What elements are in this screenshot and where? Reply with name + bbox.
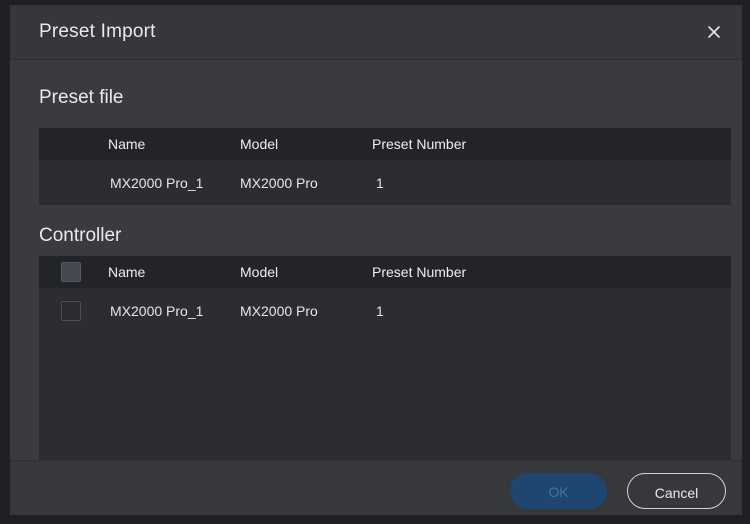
table-row[interactable]: MX2000 Pro_1 MX2000 Pro 1 [39,160,731,205]
column-header-name: Name [108,136,146,152]
row-checkbox[interactable] [61,301,81,321]
ok-button[interactable]: OK [510,473,607,509]
row-name: MX2000 Pro_1 [110,303,204,319]
select-all-checkbox[interactable] [61,262,81,282]
column-header-preset-number: Preset Number [372,136,467,152]
preset-file-table: Name Model Preset Number MX2000 Pro_1 MX… [39,128,731,205]
row-model: MX2000 Pro [240,303,318,319]
column-header-preset-number: Preset Number [372,264,467,280]
preset-import-dialog: Preset Import Preset file Name Model Pre… [10,5,742,515]
dialog-footer: OK Cancel [10,460,742,515]
row-preset-number: 1 [376,303,384,319]
row-name: MX2000 Pro_1 [110,175,204,191]
close-button[interactable] [702,20,726,44]
column-header-name: Name [108,264,146,280]
column-header-model: Model [240,264,279,280]
controller-table: Name Model Preset Number MX2000 Pro_1 MX… [39,256,731,460]
controller-table-header: Name Model Preset Number [39,256,731,288]
preset-file-table-header: Name Model Preset Number [39,128,731,160]
dialog-title: Preset Import [39,21,156,42]
controller-label: Controller [39,225,122,246]
cancel-button[interactable]: Cancel [627,473,726,509]
column-header-model: Model [240,136,279,152]
row-model: MX2000 Pro [240,175,318,191]
preset-file-label: Preset file [39,87,124,108]
dialog-titlebar: Preset Import [10,5,742,60]
table-row[interactable]: MX2000 Pro_1 MX2000 Pro 1 [39,288,731,332]
close-icon [708,26,720,38]
row-preset-number: 1 [376,175,384,191]
